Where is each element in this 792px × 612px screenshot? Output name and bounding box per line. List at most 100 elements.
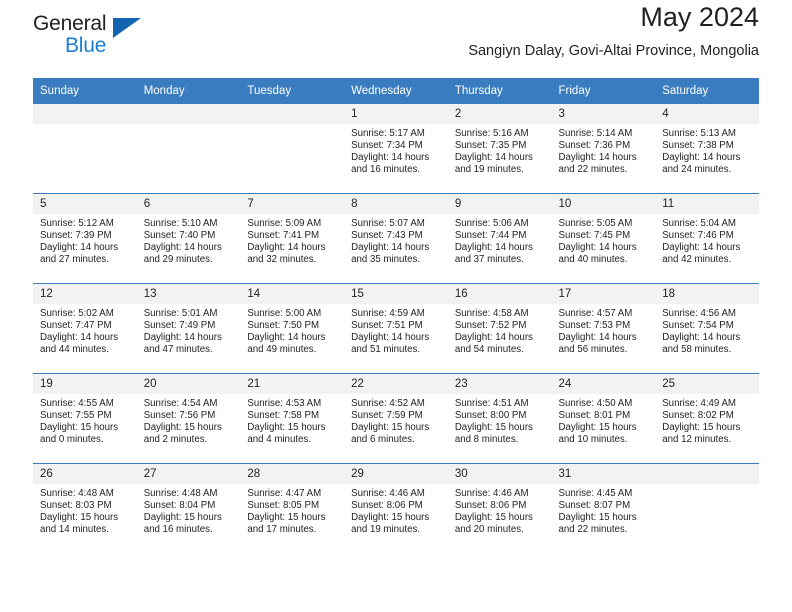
sunrise-text: Sunrise: 4:46 AM bbox=[454, 488, 529, 499]
calendar-day-cell[interactable]: 8 Sunrise: 5:07 AM Sunset: 7:43 PM Daylight… bbox=[344, 193, 448, 284]
daylight-text: Daylight: 15 hours and 20 minutes. bbox=[454, 512, 533, 536]
calendar-day-cell[interactable]: 3 Sunrise: 5:14 AM Sunset: 7:36 PM Daylight… bbox=[551, 103, 656, 194]
day-sun-info: Sunrise: 4:53 AM Sunset: 7:58 PM Daylight:… bbox=[240, 394, 344, 446]
weekday-header-wednesday: Wednesday bbox=[344, 78, 448, 104]
calendar-day-cell[interactable]: 19 Sunrise: 4:55 AM Sunset: 7:55 PM Dayligh… bbox=[33, 373, 137, 464]
title-block: May 2024 Sangiyn Dalay, Govi-Altai Provi… bbox=[468, 0, 759, 62]
sunrise-text: Sunrise: 5:12 AM bbox=[40, 218, 114, 229]
calendar-day-cell[interactable]: 21 Sunrise: 4:53 AM Sunset: 7:58 PM Dayligh… bbox=[240, 373, 345, 464]
day-sun-info: Sunrise: 4:54 AM Sunset: 7:56 PM Daylight:… bbox=[137, 394, 241, 446]
daylight-text: Daylight: 15 hours and 0 minutes. bbox=[40, 422, 119, 446]
calendar-day-cell[interactable]: 2 Sunrise: 5:16 AM Sunset: 7:35 PM Daylight… bbox=[447, 103, 552, 194]
sunrise-text: Sunrise: 4:58 AM bbox=[454, 308, 529, 319]
day-sun-info: Sunrise: 4:59 AM Sunset: 7:51 PM Daylight:… bbox=[344, 304, 448, 356]
sunrise-text: Sunrise: 5:09 AM bbox=[247, 218, 322, 229]
day-cell-content: 15 Sunrise: 4:59 AM Sunset: 7:51 PM Dayligh… bbox=[344, 284, 448, 373]
daylight-text: Daylight: 14 hours and 47 minutes. bbox=[143, 332, 222, 356]
day-cell-content: 16 Sunrise: 4:58 AM Sunset: 7:52 PM Dayligh… bbox=[447, 284, 552, 373]
calendar-day-cell[interactable]: 14 Sunrise: 5:00 AM Sunset: 7:50 PM Dayligh… bbox=[240, 283, 345, 374]
day-number: 19 bbox=[33, 374, 137, 394]
day-cell-content: 8 Sunrise: 5:07 AM Sunset: 7:43 PM Daylight… bbox=[344, 194, 448, 283]
day-number: 26 bbox=[33, 464, 137, 484]
calendar-day-cell[interactable]: 17 Sunrise: 4:57 AM Sunset: 7:53 PM Dayligh… bbox=[551, 283, 656, 374]
daylight-text: Daylight: 14 hours and 42 minutes. bbox=[662, 242, 741, 266]
day-number: 23 bbox=[447, 374, 552, 394]
calendar-day-cell[interactable]: 30 Sunrise: 4:46 AM Sunset: 8:06 PM Dayligh… bbox=[447, 463, 552, 554]
daylight-text: Daylight: 15 hours and 16 minutes. bbox=[143, 512, 222, 536]
sunset-text: Sunset: 7:59 PM bbox=[351, 410, 423, 422]
day-cell-content: 11 Sunrise: 5:04 AM Sunset: 7:46 PM Dayligh… bbox=[655, 194, 759, 283]
sunset-text: Sunset: 7:54 PM bbox=[662, 320, 734, 332]
daylight-text: Daylight: 15 hours and 14 minutes. bbox=[40, 512, 119, 536]
sunset-text: Sunset: 7:41 PM bbox=[247, 230, 320, 242]
day-sun-info: Sunrise: 5:10 AM Sunset: 7:40 PM Daylight:… bbox=[137, 214, 241, 266]
day-cell-content: 23 Sunrise: 4:51 AM Sunset: 8:00 PM Dayligh… bbox=[447, 374, 552, 463]
calendar-day-cell[interactable]: 18 Sunrise: 4:56 AM Sunset: 7:54 PM Dayligh… bbox=[655, 283, 759, 374]
calendar-day-cell[interactable]: 12 Sunrise: 5:02 AM Sunset: 7:47 PM Dayligh… bbox=[33, 283, 137, 374]
sunrise-text: Sunrise: 5:16 AM bbox=[454, 128, 529, 139]
day-number: 14 bbox=[240, 284, 345, 304]
sunset-text: Sunset: 7:36 PM bbox=[558, 140, 631, 152]
calendar-day-cell[interactable]: 7 Sunrise: 5:09 AM Sunset: 7:41 PM Daylight… bbox=[240, 193, 345, 284]
calendar-week-row: 26 Sunrise: 4:48 AM Sunset: 8:03 PM Dayligh… bbox=[33, 463, 759, 554]
sunset-text: Sunset: 7:51 PM bbox=[351, 320, 423, 332]
calendar-day-cell[interactable]: 25 Sunrise: 4:49 AM Sunset: 8:02 PM Dayligh… bbox=[655, 373, 759, 464]
calendar-day-cell[interactable]: 20 Sunrise: 4:54 AM Sunset: 7:56 PM Dayligh… bbox=[136, 373, 241, 464]
day-number: 20 bbox=[136, 374, 241, 394]
calendar-day-cell[interactable]: 29 Sunrise: 4:46 AM Sunset: 8:06 PM Dayligh… bbox=[344, 463, 448, 554]
calendar-day-cell[interactable]: 4 Sunrise: 5:13 AM Sunset: 7:38 PM Daylight… bbox=[655, 103, 759, 194]
calendar-day-cell[interactable]: 22 Sunrise: 4:52 AM Sunset: 7:59 PM Dayligh… bbox=[344, 373, 448, 464]
calendar-day-cell[interactable]: 26 Sunrise: 4:48 AM Sunset: 8:03 PM Dayligh… bbox=[33, 463, 137, 554]
daylight-text: Daylight: 14 hours and 35 minutes. bbox=[351, 242, 430, 266]
calendar-day-cell[interactable]: 6 Sunrise: 5:10 AM Sunset: 7:40 PM Daylight… bbox=[136, 193, 241, 284]
day-sun-info: Sunrise: 4:46 AM Sunset: 8:06 PM Daylight:… bbox=[448, 484, 552, 536]
day-sun-info: Sunrise: 5:09 AM Sunset: 7:41 PM Daylight:… bbox=[240, 214, 344, 266]
day-number bbox=[240, 104, 345, 124]
calendar-day-cell[interactable]: 23 Sunrise: 4:51 AM Sunset: 8:00 PM Dayligh… bbox=[447, 373, 552, 464]
sunset-text: Sunset: 7:40 PM bbox=[143, 230, 216, 242]
sunset-text: Sunset: 7:43 PM bbox=[351, 230, 423, 242]
day-sun-info: Sunrise: 4:47 AM Sunset: 8:05 PM Daylight:… bbox=[240, 484, 344, 536]
day-cell-content: 6 Sunrise: 5:10 AM Sunset: 7:40 PM Daylight… bbox=[136, 194, 241, 283]
sunset-text: Sunset: 8:04 PM bbox=[143, 500, 216, 512]
sunrise-text: Sunrise: 5:14 AM bbox=[558, 128, 633, 139]
daylight-text: Daylight: 14 hours and 44 minutes. bbox=[40, 332, 119, 356]
calendar-day-cell[interactable]: 11 Sunrise: 5:04 AM Sunset: 7:46 PM Dayligh… bbox=[655, 193, 759, 284]
day-number: 21 bbox=[240, 374, 345, 394]
calendar-week-row: 5 Sunrise: 5:12 AM Sunset: 7:39 PM Daylight… bbox=[33, 193, 759, 284]
calendar-day-cell[interactable]: 27 Sunrise: 4:48 AM Sunset: 8:04 PM Dayligh… bbox=[136, 463, 241, 554]
sunrise-text: Sunrise: 5:17 AM bbox=[351, 128, 425, 139]
day-number: 25 bbox=[655, 374, 759, 394]
calendar-day-cell[interactable]: 28 Sunrise: 4:47 AM Sunset: 8:05 PM Dayligh… bbox=[240, 463, 345, 554]
sunrise-text: Sunrise: 4:50 AM bbox=[558, 398, 633, 409]
calendar-day-cell[interactable]: 31 Sunrise: 4:45 AM Sunset: 8:07 PM Dayligh… bbox=[551, 463, 656, 554]
sunset-text: Sunset: 7:47 PM bbox=[40, 320, 112, 332]
daylight-text: Daylight: 14 hours and 32 minutes. bbox=[247, 242, 326, 266]
daylight-text: Daylight: 14 hours and 19 minutes. bbox=[454, 152, 533, 176]
daylight-text: Daylight: 15 hours and 8 minutes. bbox=[454, 422, 533, 446]
calendar-day-cell-empty bbox=[240, 103, 345, 194]
calendar-day-cell[interactable]: 16 Sunrise: 4:58 AM Sunset: 7:52 PM Dayligh… bbox=[447, 283, 552, 374]
sunrise-text: Sunrise: 4:48 AM bbox=[143, 488, 218, 499]
daylight-text: Daylight: 14 hours and 58 minutes. bbox=[662, 332, 741, 356]
day-number: 30 bbox=[447, 464, 552, 484]
day-sun-info: Sunrise: 5:04 AM Sunset: 7:46 PM Daylight:… bbox=[655, 214, 759, 266]
daylight-text: Daylight: 14 hours and 22 minutes. bbox=[558, 152, 637, 176]
weekday-header-friday: Friday bbox=[551, 78, 656, 104]
calendar-day-cell[interactable]: 13 Sunrise: 5:01 AM Sunset: 7:49 PM Dayligh… bbox=[136, 283, 241, 374]
day-cell-content: 28 Sunrise: 4:47 AM Sunset: 8:05 PM Dayligh… bbox=[240, 464, 345, 554]
calendar-day-cell[interactable]: 9 Sunrise: 5:06 AM Sunset: 7:44 PM Daylight… bbox=[447, 193, 552, 284]
calendar-day-cell[interactable]: 24 Sunrise: 4:50 AM Sunset: 8:01 PM Dayligh… bbox=[551, 373, 656, 464]
calendar-day-cell[interactable]: 5 Sunrise: 5:12 AM Sunset: 7:39 PM Daylight… bbox=[33, 193, 137, 284]
day-number: 27 bbox=[136, 464, 241, 484]
day-cell-content: 17 Sunrise: 4:57 AM Sunset: 7:53 PM Dayligh… bbox=[551, 284, 656, 373]
day-cell-content bbox=[655, 464, 759, 554]
daylight-text: Daylight: 14 hours and 40 minutes. bbox=[558, 242, 637, 266]
day-cell-content: 14 Sunrise: 5:00 AM Sunset: 7:50 PM Dayligh… bbox=[240, 284, 345, 373]
calendar-day-cell[interactable]: 10 Sunrise: 5:05 AM Sunset: 7:45 PM Dayligh… bbox=[551, 193, 656, 284]
calendar-day-cell[interactable]: 15 Sunrise: 4:59 AM Sunset: 7:51 PM Dayligh… bbox=[344, 283, 448, 374]
sunrise-text: Sunrise: 5:10 AM bbox=[143, 218, 218, 229]
calendar-day-cell[interactable]: 1 Sunrise: 5:17 AM Sunset: 7:34 PM Daylight… bbox=[344, 103, 448, 194]
day-number: 13 bbox=[136, 284, 241, 304]
calendar-day-cell-empty bbox=[136, 103, 241, 194]
